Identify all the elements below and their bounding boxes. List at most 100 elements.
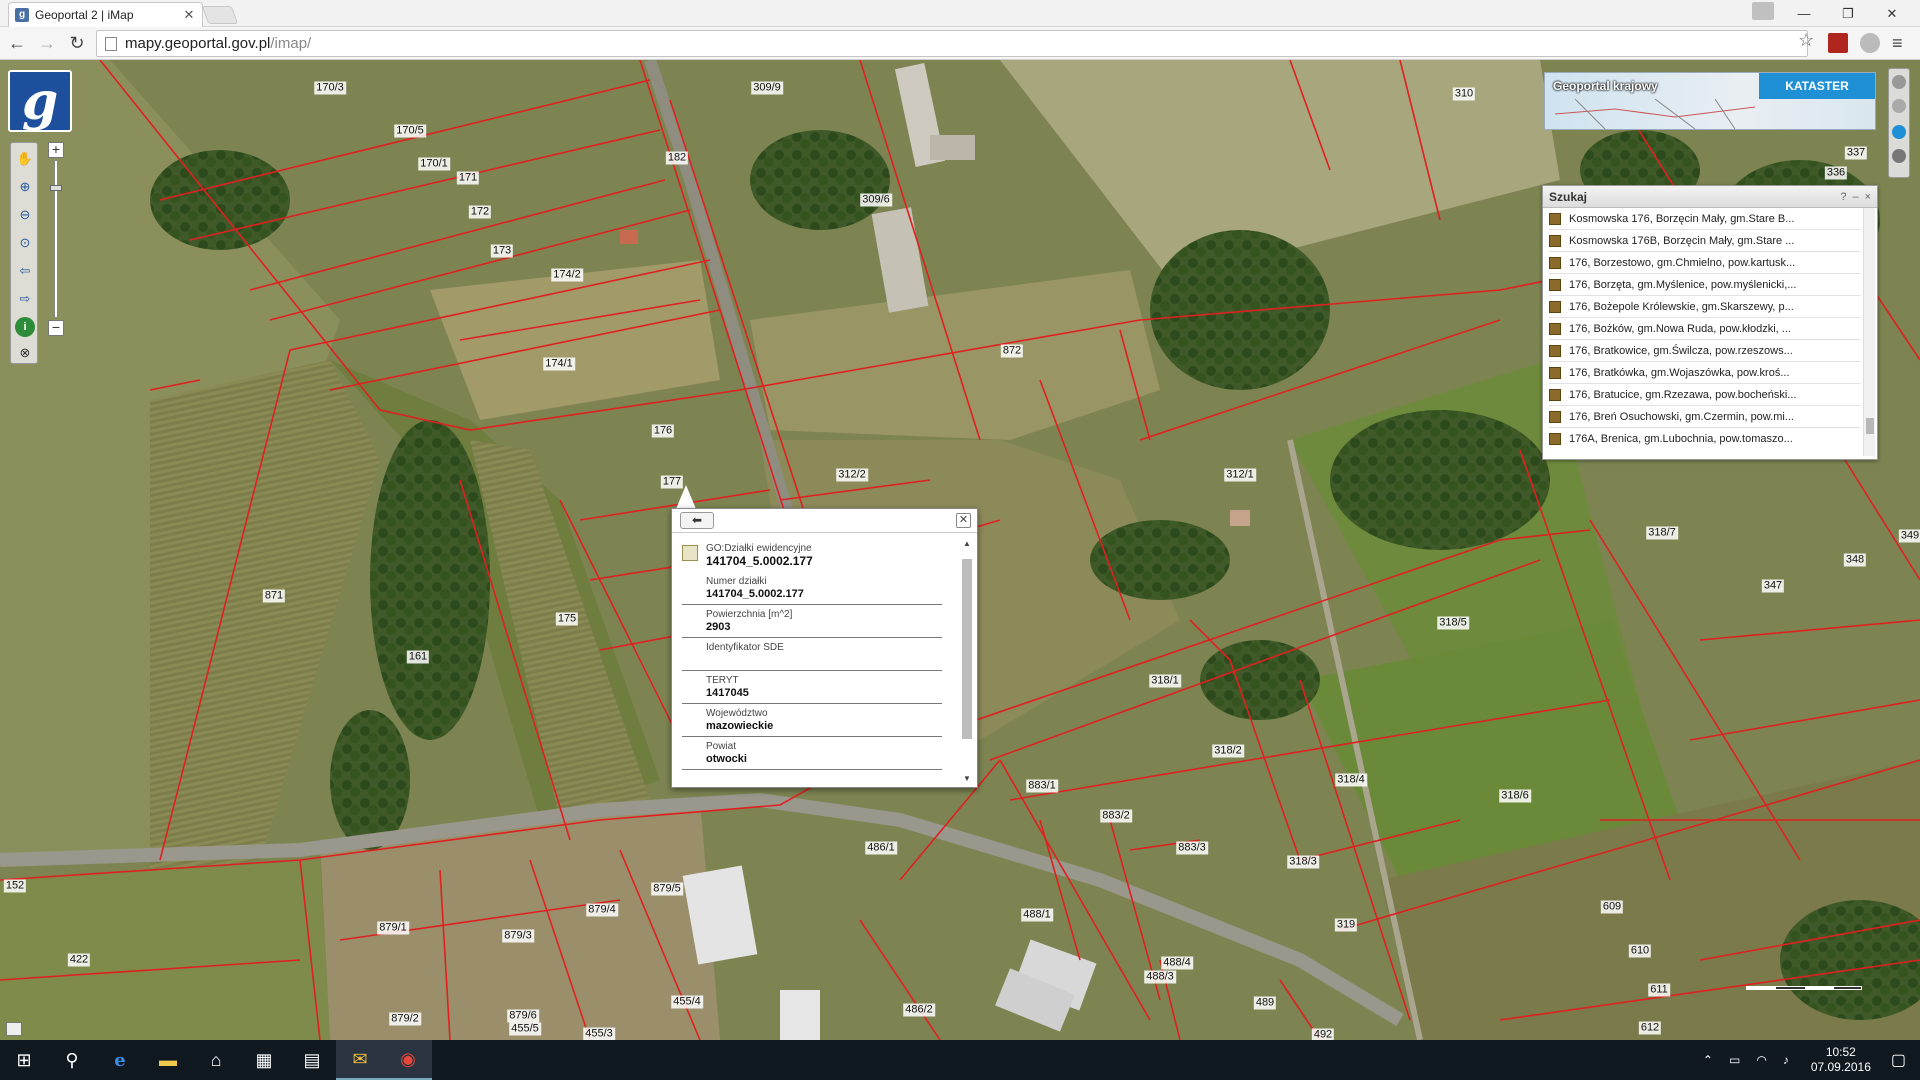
search-scrollbar[interactable] xyxy=(1863,208,1875,456)
restore-window-icon[interactable]: ❐ xyxy=(1826,0,1870,27)
file-explorer-icon[interactable]: ▬ xyxy=(144,1040,192,1080)
clock-date: 07.09.2016 xyxy=(1810,1060,1871,1074)
search-result-item[interactable]: 176, Bożepole Królewskie, gm.Skarszewy, … xyxy=(1549,296,1861,318)
attribute-value: otwocki xyxy=(706,753,747,765)
edge-browser-icon[interactable]: e xyxy=(96,1040,144,1080)
address-result-icon xyxy=(1549,278,1561,291)
zoom-plus-button[interactable]: + xyxy=(48,142,64,158)
notifications-icon[interactable]: ▢ xyxy=(1891,1050,1906,1070)
user-profile-icon[interactable] xyxy=(1752,2,1774,20)
clock[interactable]: 10:52 07.09.2016 xyxy=(1811,1045,1871,1075)
layer-entry: GO:Działki ewidencyjne 141704_5.0002.177 xyxy=(682,543,952,568)
address-result-icon xyxy=(1549,388,1561,401)
parcel-label: 492 xyxy=(1311,1028,1335,1040)
parcel-label: 883/2 xyxy=(1100,809,1132,823)
next-view-arrow-icon[interactable]: ⇨ xyxy=(15,289,35,309)
kataster-button[interactable]: KATASTER xyxy=(1759,73,1875,99)
zoom-box-icon[interactable]: ⊙ xyxy=(15,233,35,253)
volume-icon[interactable]: ♪ xyxy=(1783,1053,1789,1067)
parcel-label: 182 xyxy=(665,151,689,165)
popup-scrollbar[interactable]: ▲ ▼ xyxy=(961,539,973,783)
battery-icon[interactable]: ▭ xyxy=(1729,1053,1740,1067)
popup-content: GO:Działki ewidencyjne 141704_5.0002.177… xyxy=(682,543,952,783)
minimize-panel-icon[interactable]: – xyxy=(1852,191,1858,203)
layers-icon[interactable] xyxy=(1892,75,1906,89)
bookmark-star-icon[interactable]: ☆ xyxy=(1798,30,1814,51)
search-result-item[interactable]: 176, Bratkówka, gm.Wojaszówka, pow.kroś.… xyxy=(1549,362,1861,384)
search-result-text: 176, Breń Osuchowski, gm.Czermin, pow.mi… xyxy=(1569,410,1794,423)
close-panel-icon[interactable]: × xyxy=(1865,191,1871,203)
zoom-out-icon[interactable]: ⊖ xyxy=(15,205,35,225)
previous-view-arrow-icon[interactable]: ⇦ xyxy=(15,261,35,281)
attribute-label: TERYT xyxy=(706,675,739,686)
calculator-icon[interactable]: ▤ xyxy=(288,1040,336,1080)
tray-chevron-icon[interactable]: ⌃ xyxy=(1703,1053,1713,1067)
popup-scroll-thumb[interactable] xyxy=(962,559,972,739)
close-window-icon[interactable]: ✕ xyxy=(1870,0,1914,27)
menu-icon[interactable]: ≡ xyxy=(1892,33,1912,53)
new-tab-button[interactable] xyxy=(201,6,239,24)
search-result-item[interactable]: 176, Borzęta, gm.Myślenice, pow.myślenic… xyxy=(1549,274,1861,296)
search-result-text: Kosmowska 176B, Borzęcin Mały, gm.Stare … xyxy=(1569,234,1795,247)
parcel-label: 312/1 xyxy=(1224,468,1256,482)
overview-map[interactable]: Geoportal krajowy KATASTER xyxy=(1544,72,1876,130)
parcel-label: 174/2 xyxy=(551,268,583,282)
pdf-extension-icon[interactable] xyxy=(1828,33,1848,53)
zoom-minus-button[interactable]: − xyxy=(48,320,64,336)
extension-icon[interactable] xyxy=(1860,33,1880,53)
search-result-item[interactable]: Kosmowska 176B, Borzęcin Mały, gm.Stare … xyxy=(1549,230,1861,252)
search-result-item[interactable]: 176, Breń Osuchowski, gm.Czermin, pow.mi… xyxy=(1549,406,1861,428)
parcel-label: 176 xyxy=(651,424,675,438)
zoom-in-icon[interactable]: ⊕ xyxy=(15,177,35,197)
parcel-label: 422 xyxy=(67,953,91,967)
parcel-label: 318/7 xyxy=(1646,526,1678,540)
zoom-thumb[interactable] xyxy=(50,185,62,191)
browser-tab[interactable]: g Geoportal 2 | iMap ✕ xyxy=(8,2,203,27)
zoom-slider[interactable]: + − xyxy=(48,142,64,338)
scroll-up-icon[interactable]: ▲ xyxy=(963,539,971,548)
address-bar[interactable]: mapy.geoportal.gov.pl /imap/ xyxy=(96,30,1808,57)
search-icon[interactable]: ⚲ xyxy=(48,1040,96,1080)
map-options-icon[interactable] xyxy=(1892,99,1906,113)
search-result-item[interactable]: 176, Bożków, gm.Nowa Ruda, pow.kłodzki, … xyxy=(1549,318,1861,340)
calendar-icon[interactable]: ▦ xyxy=(240,1040,288,1080)
geoportal-logo[interactable]: g xyxy=(8,70,72,132)
search-result-item[interactable]: 176, Bratucice, gm.Rzezawa, pow.bocheńsk… xyxy=(1549,384,1861,406)
forward-arrow-icon[interactable]: → xyxy=(34,30,60,56)
search-result-item[interactable]: 176A, Brenica, gm.Lubochnia, pow.tomaszo… xyxy=(1549,428,1861,446)
close-icon[interactable]: ✕ xyxy=(956,513,971,528)
tab-close-icon[interactable]: ✕ xyxy=(182,7,196,23)
parcel-label: 319 xyxy=(1334,918,1358,932)
eye-visibility-icon[interactable] xyxy=(1892,125,1906,139)
search-result-item[interactable]: 176, Bratkowice, gm.Świlcza, pow.rzeszow… xyxy=(1549,340,1861,362)
map-canvas[interactable]: 170/3 309/9 310 170/5 182 170/1 171 309/… xyxy=(0,60,1920,1040)
search-result-item[interactable]: 176, Borzestowo, gm.Chmielno, pow.kartus… xyxy=(1549,252,1861,274)
store-icon[interactable]: ⌂ xyxy=(192,1040,240,1080)
windows-start-icon[interactable]: ⊞ xyxy=(0,1040,48,1080)
attribute-row: Powiat otwocki xyxy=(682,737,942,770)
info-icon[interactable]: i xyxy=(15,317,35,337)
pan-hand-icon[interactable]: ✋ xyxy=(15,149,35,169)
chrome-browser-icon[interactable]: ◉ xyxy=(384,1040,432,1080)
search-result-item[interactable]: Kosmowska 176, Borzęcin Mały, gm.Stare B… xyxy=(1549,208,1861,230)
back-arrow-icon[interactable]: ← xyxy=(4,30,30,56)
parcel-layer-icon xyxy=(682,545,698,561)
help-icon[interactable]: ? xyxy=(1840,191,1846,203)
parcel-label: 879/1 xyxy=(377,921,409,935)
search-result-text: 176, Bratucice, gm.Rzezawa, pow.bocheńsk… xyxy=(1569,388,1797,401)
minimize-window-icon[interactable]: — xyxy=(1782,0,1826,27)
scroll-down-icon[interactable]: ▼ xyxy=(963,774,971,783)
outlook-mail-icon[interactable]: ✉ xyxy=(336,1040,384,1080)
search-scroll-thumb[interactable] xyxy=(1866,418,1874,434)
search-results-list: Kosmowska 176, Borzęcin Mały, gm.Stare B… xyxy=(1549,208,1861,446)
parcel-label: 174/1 xyxy=(543,357,575,371)
wifi-icon[interactable]: ◠ xyxy=(1756,1053,1766,1067)
zoom-track[interactable] xyxy=(50,160,62,318)
parcel-label: 883/1 xyxy=(1026,779,1058,793)
hide-eye-icon[interactable] xyxy=(1892,149,1906,163)
popup-pointer xyxy=(676,485,696,509)
clear-icon[interactable]: ⊗ xyxy=(15,343,35,363)
map-corner-toggle[interactable] xyxy=(6,1022,22,1036)
reload-icon[interactable]: ↻ xyxy=(64,30,90,56)
back-arrow-icon[interactable]: ⬅ xyxy=(680,512,714,529)
